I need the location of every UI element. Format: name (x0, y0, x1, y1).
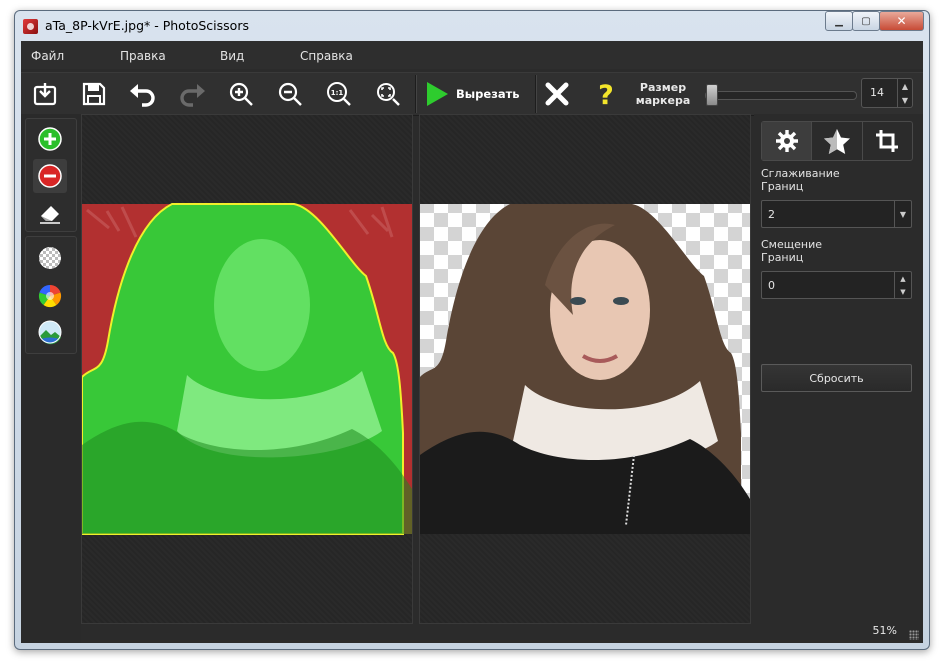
smoothing-select[interactable]: 2 ▼ (761, 200, 912, 228)
redo-button[interactable] (175, 77, 209, 111)
left-toolbar (21, 114, 81, 643)
remove-marker-button[interactable] (33, 159, 67, 193)
spin-up-icon[interactable]: ▲ (900, 275, 905, 283)
color-background-button[interactable] (33, 279, 67, 313)
tab-settings[interactable] (762, 122, 813, 160)
open-button[interactable] (28, 77, 62, 111)
marker-size-arrows[interactable]: ▲ ▼ (897, 79, 912, 107)
gear-icon (775, 130, 798, 152)
source-image[interactable] (82, 115, 412, 623)
marker-size-label-line1: Размер (639, 81, 687, 94)
minimize-button[interactable]: ▁ (825, 11, 853, 31)
zoom-in-button[interactable] (224, 77, 258, 111)
cut-button[interactable]: Вырезать (421, 75, 533, 113)
plus-icon (38, 127, 62, 151)
offset-label-line1: Смещение (761, 238, 822, 251)
marker-size-value: 14 (870, 86, 884, 99)
smoothing-label: Сглаживание Границ (761, 167, 840, 193)
actual-size-button[interactable]: 1:1 (322, 77, 356, 111)
minus-icon (38, 164, 62, 188)
maximize-icon: ▢ (861, 15, 871, 27)
offset-arrows[interactable]: ▲ ▼ (894, 272, 911, 298)
fit-icon (377, 83, 400, 106)
menu-edit[interactable]: Правка (120, 49, 166, 63)
eraser-button[interactable] (33, 195, 67, 229)
zoom-level: 51% (872, 624, 897, 637)
menu-view[interactable]: Вид (220, 49, 244, 63)
fit-button[interactable] (371, 77, 405, 111)
resize-grip[interactable] (909, 630, 919, 640)
background-tools-group (25, 236, 77, 354)
close-window-button[interactable]: ✕ (879, 11, 924, 31)
offset-label-line2: Границ (761, 251, 804, 264)
app-window: aTa_8P-kVrE.jpg* - PhotoScissors ▁ ▢ ✕ Ф… (14, 10, 930, 650)
offset-spinbox[interactable]: 0 ▲ ▼ (761, 271, 912, 299)
client-area: Файл Правка Вид Справка 1:1 Вырезать ? Р… (21, 41, 923, 643)
title-bar: aTa_8P-kVrE.jpg* - PhotoScissors ▁ ▢ ✕ (14, 10, 930, 42)
marker-size-label-line2: маркера (635, 94, 691, 107)
crop-icon (876, 130, 899, 152)
spin-up-icon[interactable]: ▲ (902, 82, 908, 91)
svg-text:1:1: 1:1 (331, 89, 344, 97)
spin-down-icon[interactable]: ▼ (900, 288, 905, 296)
spin-down-icon[interactable]: ▼ (902, 96, 908, 105)
smoothing-label-line1: Сглаживание (761, 167, 840, 180)
undo-button[interactable] (126, 77, 160, 111)
help-button[interactable]: ? (589, 77, 623, 111)
app-icon (23, 19, 38, 34)
panel-tabs (761, 121, 913, 161)
transparent-background-button[interactable] (33, 241, 67, 275)
close-icon: ✕ (896, 14, 907, 28)
redo-icon (180, 84, 205, 107)
zoom-out-button[interactable] (273, 77, 307, 111)
offset-label: Смещение Границ (761, 238, 822, 264)
help-icon: ? (598, 80, 614, 108)
smoothing-label-line2: Границ (761, 180, 804, 193)
toolbar-separator (535, 75, 536, 113)
toolbar: 1:1 Вырезать ? Размер маркера 14 ▲ ▼ (21, 72, 923, 116)
checker-icon (39, 247, 61, 269)
open-icon (33, 83, 57, 106)
keep-marker-button[interactable] (33, 122, 67, 156)
marker-size-slider[interactable] (705, 91, 857, 100)
source-canvas[interactable] (81, 114, 413, 624)
marker-size-slider-thumb[interactable] (705, 84, 718, 106)
settings-panel: Сглаживание Границ 2 ▼ Смещение Границ 0… (754, 114, 923, 643)
offset-value: 0 (768, 279, 775, 292)
menu-help[interactable]: Справка (300, 49, 353, 63)
svg-text:?: ? (598, 80, 614, 108)
tab-crop[interactable] (863, 122, 912, 160)
color-wheel-icon (38, 284, 62, 308)
zoom-in-icon (229, 82, 253, 106)
save-icon (82, 82, 106, 106)
result-canvas[interactable] (419, 114, 751, 624)
toolbar-separator (415, 75, 416, 113)
image-background-button[interactable] (33, 315, 67, 349)
menu-file[interactable]: Файл (31, 49, 64, 63)
star-icon (823, 129, 850, 154)
undo-icon (130, 84, 155, 107)
close-icon (545, 82, 569, 106)
marker-size-label: Размер маркера (633, 81, 693, 107)
zoom-out-icon (278, 82, 302, 106)
window-title: aTa_8P-kVrE.jpg* - PhotoScissors (45, 18, 249, 33)
actual-size-icon: 1:1 (327, 82, 351, 106)
window-controls: ▁ ▢ ✕ (825, 11, 924, 31)
menu-bar: Файл Правка Вид Справка (21, 41, 923, 69)
eraser-icon (40, 206, 60, 224)
landscape-icon (38, 320, 62, 345)
cut-label: Вырезать (456, 87, 520, 101)
clear-button[interactable] (540, 77, 574, 111)
chevron-down-icon[interactable]: ▼ (894, 201, 911, 227)
reset-button[interactable]: Сбросить (761, 364, 912, 392)
play-icon (427, 82, 448, 106)
maximize-button[interactable]: ▢ (852, 11, 880, 31)
smoothing-value: 2 (768, 208, 775, 221)
marker-size-spinbox[interactable]: 14 ▲ ▼ (861, 78, 913, 108)
marker-tools-group (25, 118, 77, 232)
save-button[interactable] (77, 77, 111, 111)
result-image[interactable] (420, 115, 750, 623)
tab-effects[interactable] (812, 122, 863, 160)
minimize-icon: ▁ (835, 15, 843, 27)
